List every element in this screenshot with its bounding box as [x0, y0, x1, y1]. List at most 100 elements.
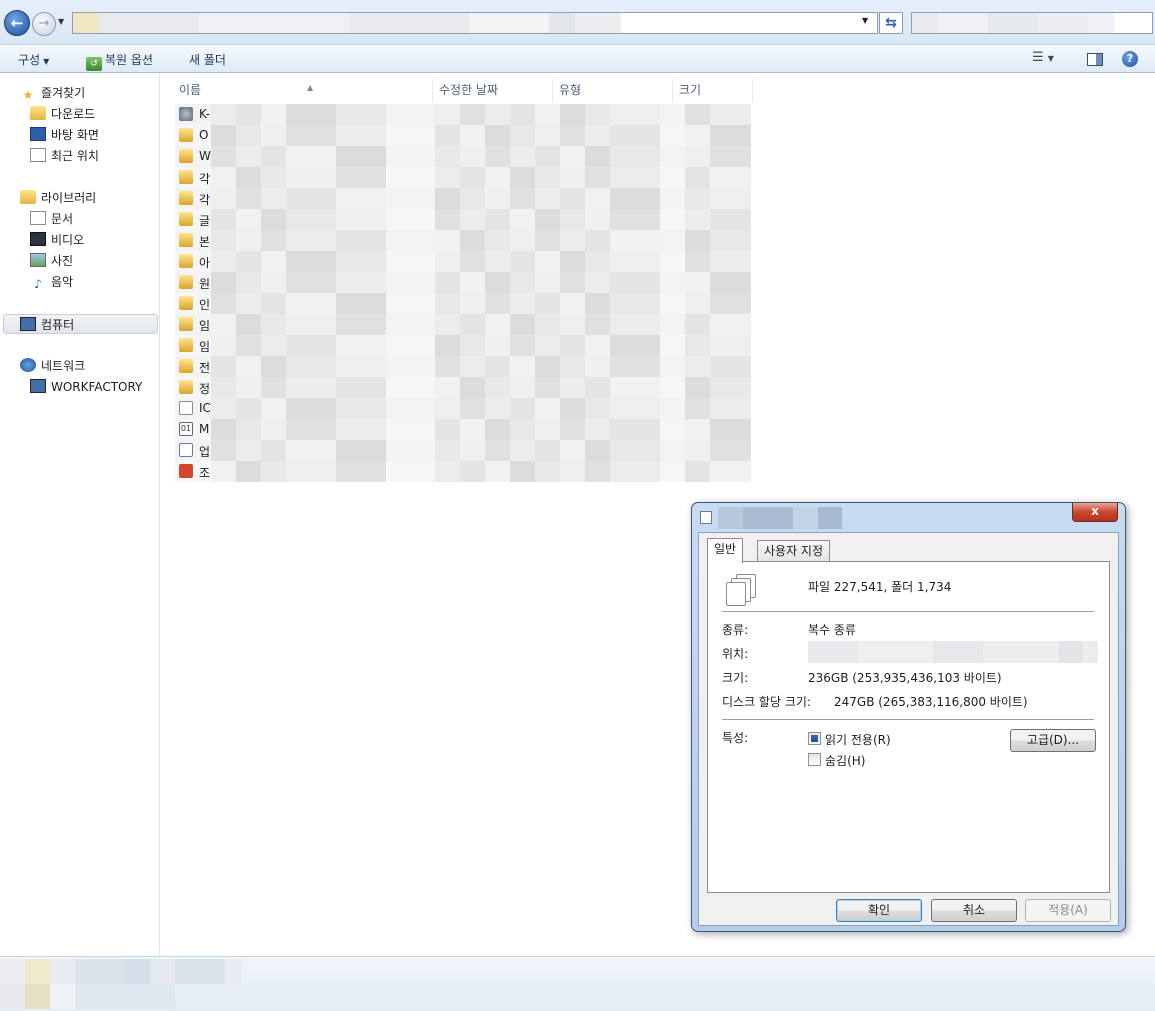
file-row[interactable]: 원: [175, 272, 751, 293]
summary-text: 파일 227,541, 폴더 1,734: [808, 580, 952, 594]
file-row[interactable]: 정: [175, 377, 751, 398]
tab-general[interactable]: 일반: [707, 538, 744, 563]
redacted-cell: [510, 146, 535, 167]
libraries-icon: [20, 190, 36, 204]
nav-desktop[interactable]: 바탕 화면: [30, 125, 99, 145]
redacted-cell: [510, 209, 535, 230]
hidden-checkbox[interactable]: [808, 753, 821, 766]
file-row[interactable]: 임: [175, 314, 751, 335]
file-row[interactable]: 임: [175, 335, 751, 356]
file-row[interactable]: 업: [175, 440, 751, 461]
dialog-title-bar[interactable]: [692, 503, 1125, 531]
nav-recent[interactable]: 최근 위치: [30, 146, 99, 166]
redacted-cell: [710, 251, 751, 272]
preview-pane-icon[interactable]: [1087, 53, 1103, 66]
redacted-cell: [585, 104, 610, 125]
redacted-cell: [510, 440, 535, 461]
nav-computer[interactable]: 컴퓨터: [3, 314, 158, 334]
column-header-size[interactable]: 크기: [673, 78, 753, 102]
redacted-cell: [336, 167, 386, 188]
redacted-cell: [610, 461, 660, 482]
redacted-cell: [610, 146, 660, 167]
readonly-label[interactable]: 읽기 전용(R): [825, 731, 891, 748]
net-icon: [179, 107, 193, 121]
redacted-cell: [560, 209, 585, 230]
file-name: IC: [199, 401, 211, 415]
column-header-type[interactable]: 유형: [553, 78, 673, 102]
hidden-label[interactable]: 숨김(H): [825, 752, 865, 769]
nav-desktop-label: 바탕 화면: [51, 128, 99, 142]
refresh-button[interactable]: ⇆: [879, 12, 903, 34]
address-field[interactable]: [72, 12, 878, 34]
redacted-cell: [286, 419, 336, 440]
tab-custom[interactable]: 사용자 지정: [757, 540, 831, 562]
redacted-cell: [286, 398, 336, 419]
file-name: 정: [199, 382, 211, 396]
file-row[interactable]: 조: [175, 461, 751, 482]
new-folder-button[interactable]: 새 폴더: [189, 51, 226, 68]
file-row[interactable]: 각: [175, 167, 751, 188]
redacted-cell: [485, 419, 510, 440]
redacted-cell: [261, 104, 286, 125]
file-row[interactable]: W: [175, 146, 751, 167]
nav-music[interactable]: ♪ 음악: [30, 272, 73, 292]
nav-documents[interactable]: 문서: [30, 209, 73, 229]
file-row[interactable]: 인: [175, 293, 751, 314]
help-icon[interactable]: ?: [1122, 51, 1138, 67]
column-header-modified[interactable]: 수정한 날짜: [433, 78, 553, 102]
redacted-cell: [560, 188, 585, 209]
column-header-name[interactable]: 이름 ▲: [173, 78, 433, 102]
redacted-cell: [336, 314, 386, 335]
file-name: 임: [199, 319, 211, 333]
nav-libraries[interactable]: 라이브러리: [20, 188, 96, 208]
forward-button[interactable]: →: [32, 12, 56, 36]
redacted-cell: [560, 419, 585, 440]
back-button[interactable]: ←: [4, 10, 30, 36]
file-row[interactable]: O: [175, 125, 751, 146]
file-row[interactable]: 01 M: [175, 419, 751, 440]
redacted-cell: [610, 335, 660, 356]
nav-workfactory[interactable]: WORKFACTORY: [30, 377, 142, 397]
organize-button[interactable]: 구성 ▼: [18, 51, 49, 68]
close-button[interactable]: x: [1072, 503, 1118, 522]
redacted-cell: [435, 167, 460, 188]
file-row[interactable]: 본: [175, 230, 751, 251]
file-row[interactable]: K-: [175, 104, 751, 125]
redacted-cell: [435, 419, 460, 440]
cancel-button[interactable]: 취소: [931, 899, 1017, 922]
apply-button[interactable]: 적용(A): [1025, 899, 1111, 922]
file-row[interactable]: 전: [175, 356, 751, 377]
nav-pictures[interactable]: 사진: [30, 251, 73, 271]
nav-network[interactable]: 네트워크: [20, 356, 85, 376]
file-name: 원: [199, 277, 211, 291]
nav-favorites[interactable]: ★ 즐겨찾기: [20, 83, 86, 103]
address-dropdown-icon[interactable]: ▼: [862, 16, 868, 25]
redacted-cell: [460, 272, 485, 293]
nav-downloads[interactable]: 다운로드: [30, 104, 95, 124]
redacted-cell: [610, 209, 660, 230]
folder-icon: [179, 296, 193, 310]
file-row[interactable]: IC: [175, 398, 751, 419]
nav-music-label: 음악: [51, 275, 74, 289]
search-input[interactable]: [911, 12, 1153, 34]
redacted-cell: [535, 314, 560, 335]
file-name: 각: [199, 172, 211, 186]
recent-pages-dropdown-icon[interactable]: ▼: [58, 17, 64, 26]
file-row[interactable]: 각: [175, 188, 751, 209]
network-computer-icon: [30, 379, 46, 393]
readonly-checkbox[interactable]: [808, 732, 821, 745]
file-row[interactable]: 아: [175, 251, 751, 272]
redacted-cell: [510, 125, 535, 146]
restore-options-button[interactable]: ↺ 복원 옵션: [86, 51, 153, 71]
view-options-icon[interactable]: ☰ ▼: [1032, 50, 1054, 65]
advanced-button[interactable]: 고급(D)...: [1010, 729, 1096, 752]
file-row[interactable]: 글: [175, 209, 751, 230]
redacted-cell: [261, 272, 286, 293]
ok-button[interactable]: 확인: [836, 899, 922, 922]
redacted-cell: [286, 125, 336, 146]
redacted-cell: [510, 356, 535, 377]
separator: [722, 611, 1094, 612]
redacted-cell: [435, 356, 460, 377]
chevron-down-icon: ▼: [43, 57, 50, 66]
nav-videos[interactable]: 비디오: [30, 230, 84, 250]
